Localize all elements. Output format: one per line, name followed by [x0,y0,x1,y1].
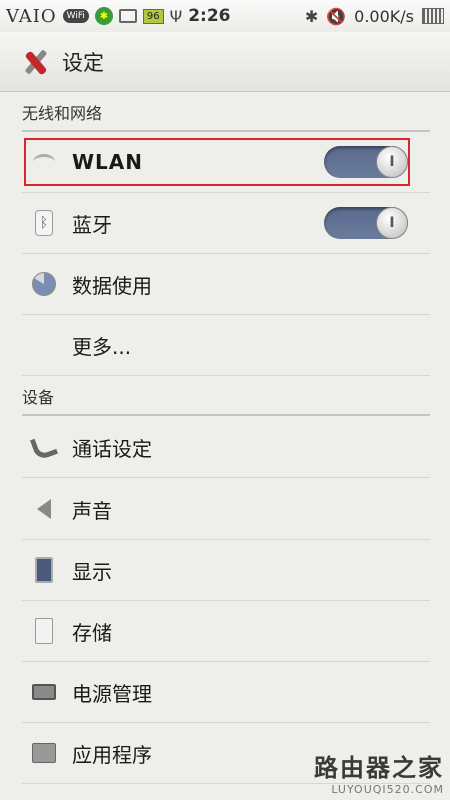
tools-icon[interactable] [20,46,52,78]
settings-item-display[interactable]: 显示 [22,540,430,601]
battery-level-icon: 96 [142,8,164,24]
watermark-url: LUYOUQI520.COM [331,783,444,796]
apps-icon [30,739,58,767]
bluetooth-icon: ᛒ [30,209,58,237]
settings-item-wlan[interactable]: WLAN I [22,132,430,193]
status-time: 2:26 [188,6,231,26]
battery-icon [30,678,58,706]
page-title: 设定 [62,50,104,75]
settings-item-label: 电源管理 [72,681,152,706]
settings-item-label: 声音 [72,498,112,523]
speaker-icon [30,495,58,523]
bluetooth-toggle[interactable]: I [324,207,408,239]
network-speed: 0.00K/s [354,6,414,26]
settings-item-label: 更多... [72,334,132,359]
settings-item-data-usage[interactable]: 数据使用 [22,254,430,315]
storage-icon [30,617,58,645]
settings-item-label: WLAN [72,150,144,174]
settings-item-label: 存储 [72,620,112,645]
settings-item-power[interactable]: 电源管理 [22,662,430,723]
section-header-wireless: 无线和网络 [22,98,430,132]
settings-item-label: 应用程序 [72,742,152,767]
wlan-toggle[interactable]: I [324,146,408,178]
settings-item-sound[interactable]: 声音 [22,479,430,540]
keyboard-icon [422,8,444,24]
vaio-logo: VAIO [6,5,57,27]
watermark-text: 路由器之家 [314,754,444,782]
settings-item-label: 通话设定 [72,436,152,461]
settings-item-call[interactable]: 通话设定 [22,417,430,478]
settings-item-storage[interactable]: 存储 [22,601,430,662]
image-notification-icon [118,9,137,23]
settings-item-label: 显示 [72,559,112,584]
wifi-icon [30,148,58,176]
bluetooth-status-icon: ✱ [304,6,319,26]
usb-icon: Ψ [169,6,183,26]
watermark: 路由器之家 LUYOUQI520.COM [314,748,444,796]
data-usage-icon [30,270,58,298]
display-icon [30,556,58,584]
settings-item-bluetooth[interactable]: ᛒ 蓝牙 I [22,193,430,254]
toggle-knob: I [376,146,408,178]
phone-icon [29,432,59,462]
app-notification-icon: ✱ [94,7,113,25]
mute-icon: 🔇 [326,6,347,26]
settings-item-label: 数据使用 [72,273,152,298]
toggle-knob: I [376,207,408,239]
action-bar: 设定 [0,32,450,92]
settings-item-label: 蓝牙 [72,212,112,237]
section-header-device: 设备 [22,382,430,416]
status-bar: VAIO WiFi ✱ 96 Ψ 2:26 ✱ 🔇 0.00K/s [0,0,450,32]
wifi-status-icon: WiFi [62,9,89,23]
settings-item-more[interactable]: 更多... [22,315,430,376]
